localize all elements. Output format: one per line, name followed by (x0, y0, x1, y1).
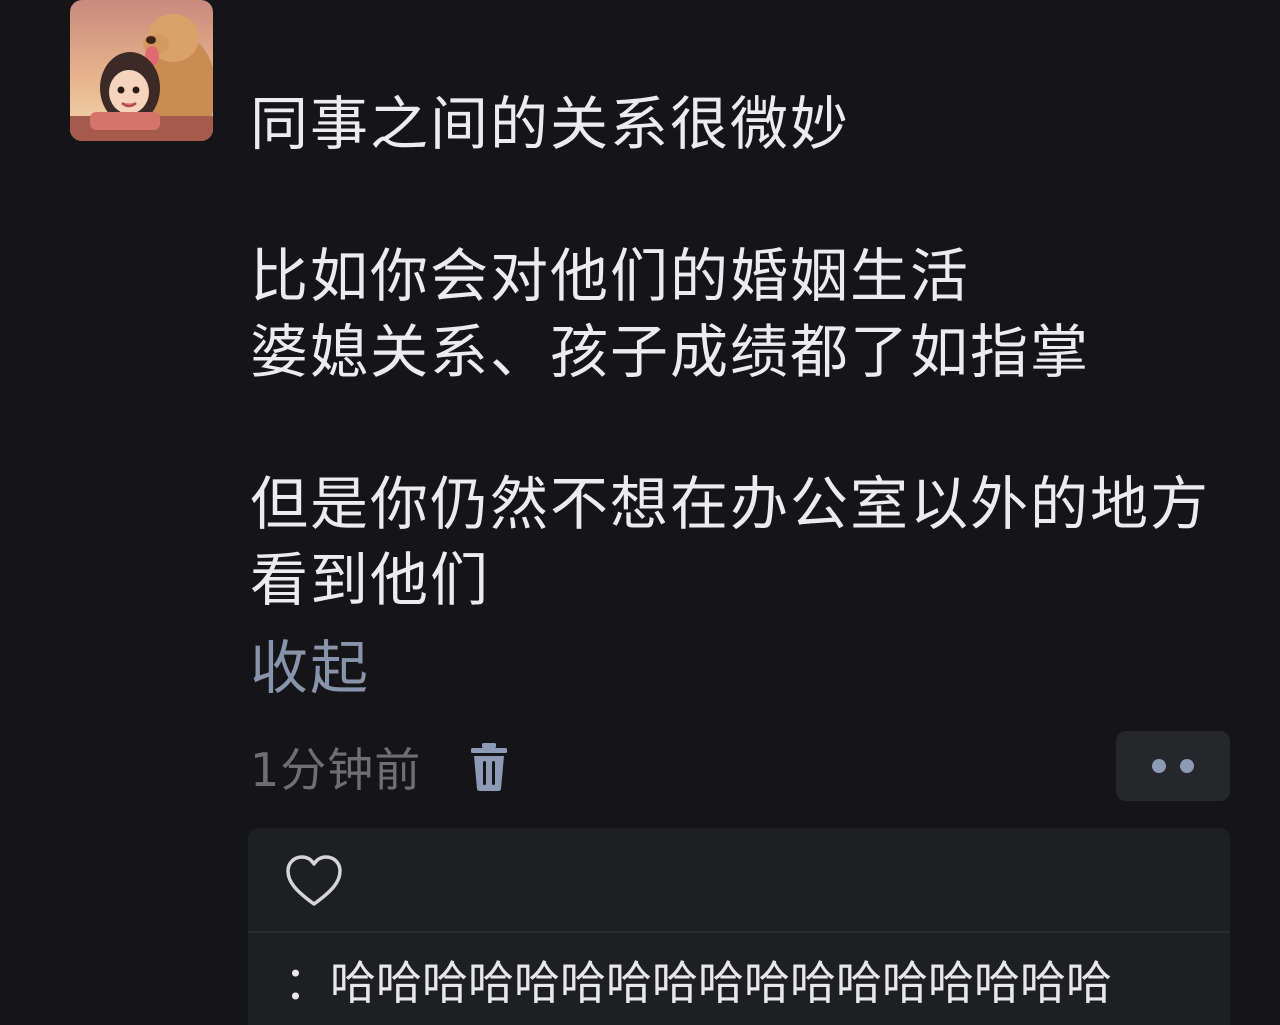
more-dots-icon (1180, 759, 1194, 773)
trash-icon[interactable] (469, 742, 509, 792)
heart-icon[interactable] (284, 852, 344, 912)
post-line: 婆媳关系、孩子成绩都了如指掌 (250, 318, 1091, 386)
post-meta: 1分钟前 (250, 735, 509, 799)
post-text: 同事之间的关系很微妙 比如你会对他们的婚姻生活 婆媳关系、孩子成绩都了如指掌 但… (250, 86, 1250, 618)
avatar[interactable] (70, 0, 213, 141)
more-button[interactable] (1116, 731, 1230, 801)
post-line: 看到他们 (250, 546, 491, 614)
timestamp: 1分钟前 (250, 743, 422, 797)
post-line: 同事之间的关系很微妙 (250, 90, 851, 158)
comment-text: ：哈哈哈哈哈哈哈哈哈哈哈哈哈哈哈哈哈 (284, 956, 1112, 1010)
divider (248, 931, 1230, 933)
collapse-link[interactable]: 收起 (250, 630, 370, 706)
post-line: 但是你仍然不想在办公室以外的地方 (250, 470, 1211, 538)
post-line: 比如你会对他们的婚姻生活 (250, 242, 971, 310)
avatar-image (70, 0, 213, 141)
more-dots-icon (1152, 759, 1166, 773)
interaction-panel: ：哈哈哈哈哈哈哈哈哈哈哈哈哈哈哈哈哈 (248, 828, 1230, 1025)
